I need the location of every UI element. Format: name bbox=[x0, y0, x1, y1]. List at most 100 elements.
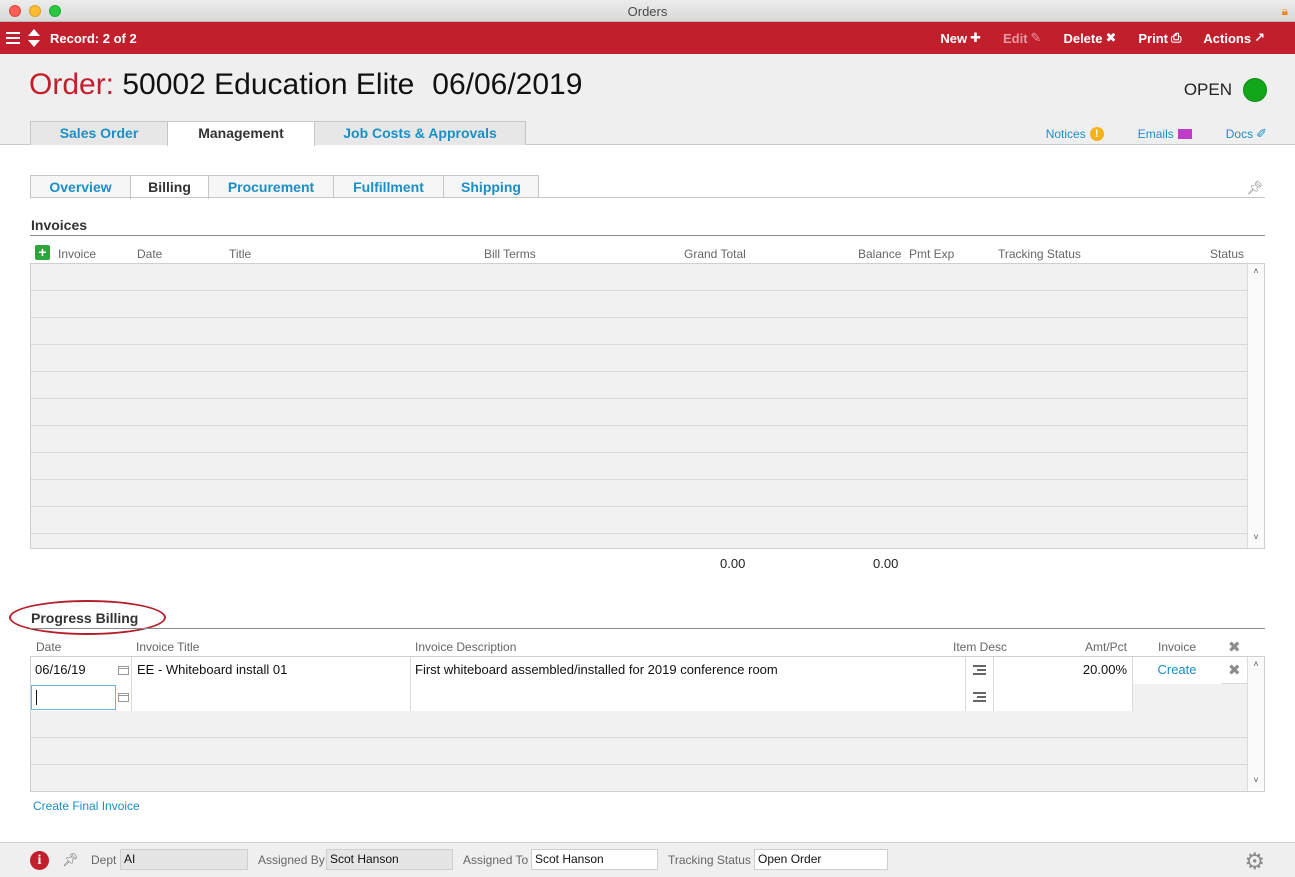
column-header-date[interactable]: Date bbox=[137, 247, 162, 261]
column-header-invoice[interactable]: Invoice bbox=[58, 247, 96, 261]
tracking-status-label: Tracking Status bbox=[668, 853, 751, 867]
progress-billing-section-title: Progress Billing bbox=[31, 610, 139, 626]
table-row[interactable] bbox=[31, 345, 1248, 372]
invoices-scrollbar[interactable]: ˄ ˅ bbox=[1247, 264, 1264, 548]
column-header-balance[interactable]: Balance bbox=[858, 247, 901, 261]
table-row[interactable] bbox=[31, 738, 1248, 765]
table-row[interactable] bbox=[31, 399, 1248, 426]
column-header-grand-total[interactable]: Grand Total bbox=[684, 247, 746, 261]
pb-invoice-description-field[interactable]: First whiteboard assembled/installed for… bbox=[411, 657, 966, 684]
invoices-table: ˄ ˅ bbox=[30, 263, 1265, 549]
status-badge: OPEN bbox=[1184, 78, 1267, 102]
actions-button[interactable]: Actions ↗ bbox=[1203, 30, 1265, 46]
docs-link[interactable]: Docs ✐ bbox=[1226, 126, 1267, 142]
divider bbox=[30, 628, 1265, 629]
edit-button[interactable]: Edit ✎ bbox=[1003, 30, 1041, 46]
scroll-down-icon[interactable]: ˅ bbox=[1248, 775, 1264, 789]
info-icon[interactable]: i bbox=[30, 851, 49, 870]
table-row[interactable] bbox=[31, 507, 1248, 534]
tab-overview[interactable]: Overview bbox=[30, 175, 131, 198]
table-row[interactable] bbox=[31, 480, 1248, 507]
add-invoice-icon[interactable]: + bbox=[35, 245, 50, 260]
print-button[interactable]: Print ⎙ bbox=[1138, 30, 1181, 46]
menu-icon[interactable] bbox=[6, 32, 20, 44]
scroll-up-icon[interactable]: ˄ bbox=[1248, 659, 1264, 673]
notices-link[interactable]: Notices ! bbox=[1046, 126, 1104, 142]
column-header-status[interactable]: Status bbox=[1210, 247, 1244, 261]
table-row[interactable] bbox=[31, 318, 1248, 345]
record-toolbar: Record: 2 of 2 New ✚ Edit ✎ Delete ✖ Pri… bbox=[0, 22, 1295, 54]
column-header-bill-terms[interactable]: Bill Terms bbox=[484, 247, 536, 261]
delete-row-icon[interactable]: ✖ bbox=[1228, 661, 1241, 679]
list-lines-icon bbox=[973, 692, 986, 703]
assigned-by-label: Assigned By bbox=[258, 853, 325, 867]
emails-link[interactable]: Emails bbox=[1138, 126, 1192, 142]
status-indicator-icon bbox=[1243, 78, 1267, 102]
scroll-up-icon[interactable]: ˄ bbox=[1248, 266, 1264, 280]
column-header-invoice[interactable]: Invoice bbox=[1158, 640, 1196, 654]
tab-procurement[interactable]: Procurement bbox=[208, 175, 334, 198]
warning-icon: ! bbox=[1089, 127, 1104, 141]
tab-sales-order[interactable]: Sales Order bbox=[30, 121, 168, 145]
table-row[interactable] bbox=[31, 291, 1248, 318]
table-row[interactable] bbox=[31, 426, 1248, 453]
column-header-item-desc[interactable]: Item Desc bbox=[953, 640, 1007, 654]
assigned-to-field[interactable]: Scot Hanson bbox=[531, 849, 658, 870]
pb-amount-field[interactable]: 20.00% bbox=[994, 657, 1133, 684]
scroll-down-icon[interactable]: ˅ bbox=[1248, 532, 1264, 546]
delete-button[interactable]: Delete ✖ bbox=[1063, 30, 1116, 46]
pb-invoice-title-field[interactable]: EE - Whiteboard install 01 bbox=[132, 657, 411, 684]
column-header-invoice-description[interactable]: Invoice Description bbox=[415, 640, 516, 654]
order-date: 06/06/2019 bbox=[432, 68, 583, 101]
tab-management[interactable]: Management bbox=[167, 121, 315, 146]
new-row-description-field[interactable] bbox=[411, 684, 966, 711]
tracking-status-field[interactable]: Open Order bbox=[754, 849, 888, 870]
window-titlebar: Orders 🔒︎ bbox=[0, 0, 1295, 22]
clear-all-icon[interactable]: ✖ bbox=[1228, 638, 1241, 656]
column-header-tracking-status[interactable]: Tracking Status bbox=[998, 247, 1081, 261]
table-row[interactable] bbox=[31, 264, 1248, 291]
progress-billing-scrollbar[interactable]: ˄ ˅ bbox=[1247, 657, 1264, 791]
paperclip-icon: ✐ bbox=[1256, 126, 1267, 141]
table-row[interactable] bbox=[31, 372, 1248, 399]
new-button[interactable]: New ✚ bbox=[940, 30, 981, 46]
calendar-icon[interactable] bbox=[118, 666, 129, 675]
gear-icon[interactable]: ⚙︎ bbox=[1244, 848, 1265, 875]
plus-icon: ✚ bbox=[970, 30, 981, 45]
column-header-invoice-title[interactable]: Invoice Title bbox=[136, 640, 199, 654]
tab-shipping[interactable]: Shipping bbox=[443, 175, 539, 198]
order-label: Order: bbox=[29, 68, 115, 101]
new-row-title-field[interactable] bbox=[132, 684, 411, 711]
item-desc-button[interactable] bbox=[966, 684, 994, 711]
table-row[interactable] bbox=[31, 453, 1248, 480]
arrow-out-icon: ↗ bbox=[1254, 30, 1265, 45]
x-icon: ✖ bbox=[1105, 30, 1117, 45]
divider bbox=[30, 197, 1265, 198]
table-row[interactable] bbox=[31, 711, 1248, 738]
record-navigator-icon[interactable] bbox=[28, 29, 40, 47]
new-row-date-input[interactable] bbox=[31, 685, 116, 710]
column-header-title[interactable]: Title bbox=[229, 247, 251, 261]
pin-icon[interactable]: 📌︎ bbox=[62, 852, 79, 868]
list-lines-icon bbox=[973, 665, 986, 676]
column-header-date[interactable]: Date bbox=[36, 640, 61, 654]
calendar-icon[interactable] bbox=[118, 693, 129, 702]
column-header-pmt-exp[interactable]: Pmt Exp bbox=[909, 247, 954, 261]
main-tabs: Sales Order Management Job Costs & Appro… bbox=[30, 121, 526, 146]
column-header-amt-pct[interactable]: Amt/Pct bbox=[1085, 640, 1127, 654]
item-desc-button[interactable] bbox=[966, 657, 994, 684]
footer-bar: i 📌︎ Dept AI Assigned By Scot Hanson Ass… bbox=[0, 842, 1295, 877]
tab-billing[interactable]: Billing bbox=[130, 175, 209, 199]
create-final-invoice-link[interactable]: Create Final Invoice bbox=[33, 799, 140, 813]
dept-field: AI bbox=[120, 849, 248, 870]
billing-sub-tabs: Overview Billing Procurement Fulfillment… bbox=[30, 175, 539, 199]
new-row-amount-field[interactable] bbox=[994, 684, 1133, 711]
pin-icon[interactable]: 📌︎ bbox=[1246, 180, 1263, 196]
create-invoice-link[interactable]: Create bbox=[1133, 657, 1221, 684]
text-cursor bbox=[36, 690, 37, 705]
tab-fulfillment[interactable]: Fulfillment bbox=[333, 175, 444, 198]
quick-links: Notices ! Emails Docs ✐ bbox=[1012, 126, 1267, 142]
pb-date-field[interactable]: 06/16/19 bbox=[31, 657, 132, 684]
page-title: Order: 50002 Education Elite 06/06/2019 bbox=[29, 68, 582, 102]
tab-job-costs-approvals[interactable]: Job Costs & Approvals bbox=[314, 121, 526, 145]
